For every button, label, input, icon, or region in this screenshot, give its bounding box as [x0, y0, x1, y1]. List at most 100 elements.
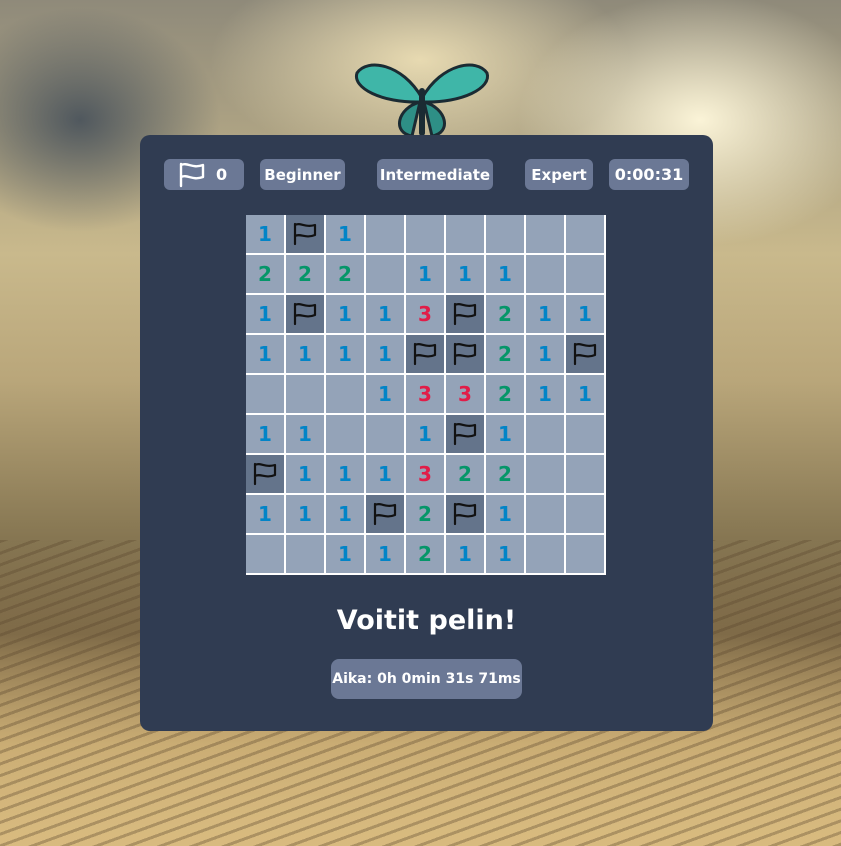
- butterfly-icon: [355, 63, 489, 138]
- board-cell[interactable]: 1: [246, 495, 286, 535]
- board-cell[interactable]: 1: [246, 295, 286, 335]
- board-cell[interactable]: 1: [246, 415, 286, 455]
- board-cell-flagged[interactable]: [446, 415, 486, 455]
- board-cell[interactable]: 1: [326, 295, 366, 335]
- board-cell[interactable]: 1: [326, 535, 366, 575]
- board-cell[interactable]: 3: [406, 455, 446, 495]
- board-cell[interactable]: 1: [366, 295, 406, 335]
- board-cell[interactable]: 2: [486, 455, 526, 495]
- board-cell[interactable]: [326, 415, 366, 455]
- board-cell[interactable]: 1: [486, 495, 526, 535]
- flag-icon: [453, 342, 477, 366]
- board-cell[interactable]: 1: [526, 295, 566, 335]
- board-cell[interactable]: [526, 455, 566, 495]
- board-cell[interactable]: 2: [326, 255, 366, 295]
- board-cell[interactable]: 1: [486, 415, 526, 455]
- flag-icon: [293, 222, 317, 246]
- board-cell[interactable]: 1: [526, 375, 566, 415]
- board-cell[interactable]: 1: [286, 495, 326, 535]
- beginner-button[interactable]: Beginner: [260, 159, 345, 190]
- board-cell[interactable]: [366, 415, 406, 455]
- flag-icon: [373, 502, 397, 526]
- board-cell[interactable]: 2: [246, 255, 286, 295]
- expert-button[interactable]: Expert: [525, 159, 593, 190]
- board-cell[interactable]: [566, 215, 606, 255]
- flag-count: 0: [216, 165, 228, 184]
- flag-icon: [453, 502, 477, 526]
- board-cell[interactable]: 1: [446, 255, 486, 295]
- board-cell[interactable]: 2: [486, 295, 526, 335]
- game-timer: 0:00:31: [609, 159, 689, 190]
- board-cell[interactable]: 2: [286, 255, 326, 295]
- board-cell[interactable]: 2: [446, 455, 486, 495]
- board-cell[interactable]: 1: [286, 335, 326, 375]
- board-cell[interactable]: 1: [366, 535, 406, 575]
- board-cell[interactable]: [526, 255, 566, 295]
- board-cell-flagged[interactable]: [566, 335, 606, 375]
- board-cell-flagged[interactable]: [406, 335, 446, 375]
- board-cell[interactable]: [526, 495, 566, 535]
- board-cell[interactable]: [566, 455, 606, 495]
- flag-icon: [413, 342, 437, 366]
- board-cell[interactable]: 1: [406, 415, 446, 455]
- board-cell[interactable]: [526, 415, 566, 455]
- board-cell[interactable]: 1: [486, 255, 526, 295]
- board-cell[interactable]: 1: [566, 295, 606, 335]
- board-cell[interactable]: 3: [446, 375, 486, 415]
- board-cell[interactable]: [366, 215, 406, 255]
- win-message: Voitit pelin!: [336, 605, 517, 636]
- board-cell[interactable]: [326, 375, 366, 415]
- board-cell[interactable]: 1: [326, 495, 366, 535]
- board-cell[interactable]: [566, 415, 606, 455]
- board-cell[interactable]: [526, 215, 566, 255]
- board-cell[interactable]: [406, 215, 446, 255]
- board-cell[interactable]: 1: [286, 455, 326, 495]
- board-cell[interactable]: 1: [526, 335, 566, 375]
- board-cell[interactable]: 1: [406, 255, 446, 295]
- board-cell[interactable]: 1: [326, 215, 366, 255]
- board-cell[interactable]: 1: [566, 375, 606, 415]
- board-cell[interactable]: 2: [486, 335, 526, 375]
- board-cell[interactable]: [366, 255, 406, 295]
- board-cell[interactable]: 1: [366, 335, 406, 375]
- board-cell[interactable]: 2: [486, 375, 526, 415]
- game-panel: 0 Beginner Intermediate Expert 0:00:31 1…: [140, 135, 713, 731]
- board-cell[interactable]: [246, 535, 286, 575]
- board-cell-flagged[interactable]: [446, 495, 486, 535]
- board-cell-flagged[interactable]: [446, 295, 486, 335]
- board-cell[interactable]: 1: [326, 335, 366, 375]
- board-cell[interactable]: 1: [366, 455, 406, 495]
- board-cell[interactable]: 1: [326, 455, 366, 495]
- board-cell[interactable]: [286, 375, 326, 415]
- board-cell[interactable]: 3: [406, 295, 446, 335]
- board-cell[interactable]: [446, 215, 486, 255]
- board-cell[interactable]: 1: [366, 375, 406, 415]
- board-cell-flagged[interactable]: [246, 455, 286, 495]
- board-cell[interactable]: 1: [286, 415, 326, 455]
- board-cell[interactable]: 1: [486, 535, 526, 575]
- board-cell[interactable]: 1: [446, 535, 486, 575]
- board-cell[interactable]: [566, 495, 606, 535]
- elapsed-time-badge: Aika: 0h 0min 31s 71ms: [331, 659, 522, 699]
- board-cell-flagged[interactable]: [286, 295, 326, 335]
- board-cell[interactable]: [566, 255, 606, 295]
- board-cell[interactable]: [526, 535, 566, 575]
- board-cell[interactable]: [486, 215, 526, 255]
- board-cell[interactable]: 1: [246, 215, 286, 255]
- flag-icon: [179, 162, 205, 187]
- board-cell[interactable]: [246, 375, 286, 415]
- flag-icon: [453, 422, 477, 446]
- board-cell-flagged[interactable]: [446, 335, 486, 375]
- intermediate-button[interactable]: Intermediate: [377, 159, 493, 190]
- board-cell[interactable]: [286, 535, 326, 575]
- flag-counter: 0: [164, 159, 244, 190]
- board-cell[interactable]: [566, 535, 606, 575]
- board-cell[interactable]: 3: [406, 375, 446, 415]
- board-cell[interactable]: 2: [406, 535, 446, 575]
- board-cell[interactable]: 2: [406, 495, 446, 535]
- board-cell-flagged[interactable]: [286, 215, 326, 255]
- flag-icon: [253, 462, 277, 486]
- board-cell-flagged[interactable]: [366, 495, 406, 535]
- board-cell[interactable]: 1: [246, 335, 286, 375]
- flag-icon: [453, 302, 477, 326]
